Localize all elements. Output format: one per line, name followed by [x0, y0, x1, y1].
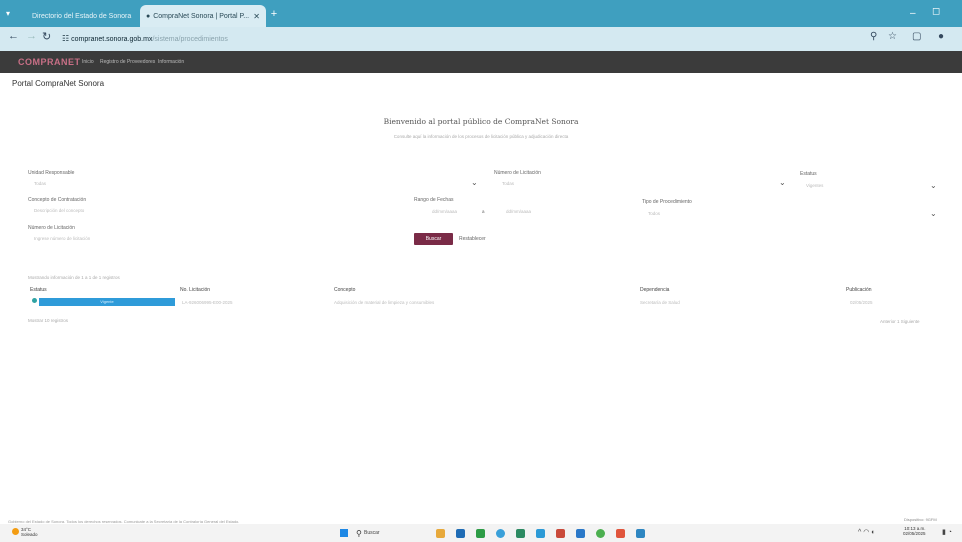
unidad-select[interactable]: Todas	[34, 181, 46, 186]
column-header-publicacion[interactable]: Publicación	[846, 287, 872, 293]
clock[interactable]: 10:13 a.m. 02/05/2025	[903, 526, 926, 536]
estatus-select[interactable]: Vigentes	[806, 183, 823, 188]
chevron-down-icon[interactable]: ⌄	[471, 178, 478, 187]
app-icon[interactable]	[516, 529, 525, 538]
new-tab-icon[interactable]: +	[268, 8, 280, 20]
app-icon[interactable]	[636, 529, 645, 538]
status-badge: Vigente	[39, 298, 175, 306]
minimize-icon[interactable]: –	[910, 8, 916, 19]
tab-label: Directorio del Estado de Sonora	[32, 12, 132, 20]
profile-icon[interactable]: ●	[938, 31, 944, 42]
site-info-icon[interactable]: ☷	[62, 34, 69, 43]
store-icon[interactable]	[536, 529, 545, 538]
rango-fechas-label: Rango de Fechas	[414, 197, 454, 203]
file-explorer-icon[interactable]	[436, 529, 445, 538]
cell-licitacion[interactable]: LA-926006995-E00-2025	[182, 300, 233, 305]
results-info: Mostrando información de 1 a 1 de 1 regi…	[28, 275, 120, 280]
globe-icon: ●	[146, 12, 151, 20]
numero-label: Número de Licitación	[494, 170, 541, 176]
url-host: compranet.sonora.gob.mx	[71, 36, 153, 43]
reset-button[interactable]: Restablecer	[459, 236, 486, 242]
app-icon[interactable]	[616, 529, 625, 538]
browser-tab-inactive[interactable]: Directorio del Estado de Sonora ✕	[26, 5, 152, 27]
fecha-inicio-input[interactable]: dd/mm/aaaa	[432, 209, 457, 214]
nav-link-registro[interactable]: Registro de Proveedores	[100, 59, 155, 65]
nav-link-informacion[interactable]: Información	[158, 59, 184, 65]
nombre-label: Número de Licitación	[28, 225, 75, 231]
back-arrow-icon[interactable]: ←	[8, 30, 19, 42]
cell-dependencia: Secretaría de Salud	[640, 300, 680, 305]
weather-desc: Soleado	[21, 532, 38, 537]
column-header-dependencia[interactable]: Dependencia	[640, 287, 669, 293]
column-header-licitacion[interactable]: No. Licitación	[180, 287, 210, 293]
edge-icon[interactable]	[496, 529, 505, 538]
nombre-input[interactable]: Ingrese número de licitación	[34, 236, 90, 241]
numero-select[interactable]: Todas	[502, 181, 514, 186]
page-title: Portal CompraNet Sonora	[12, 79, 105, 88]
fecha-separator: a	[482, 209, 485, 214]
close-icon[interactable]: ✕	[253, 12, 260, 21]
url-field[interactable]: ☷ compranet.sonora.gob.mx/sistema/proced…	[62, 31, 842, 47]
search-icon[interactable]: ⚲	[356, 529, 362, 538]
maximize-icon[interactable]: ◻	[932, 6, 940, 17]
tab-list-icon[interactable]: ▾	[6, 9, 10, 18]
welcome-heading: Bienvenido al portal público de CompraNe…	[383, 117, 579, 126]
concepto-label: Concepto de Contratación	[28, 197, 87, 203]
reload-icon[interactable]: ↻	[42, 30, 51, 43]
chevron-down-icon[interactable]: ⌄	[930, 209, 937, 218]
forward-arrow-icon[interactable]: →	[26, 30, 37, 42]
pagination[interactable]: Anterior 1 Siguiente	[880, 319, 920, 324]
extensions-icon[interactable]: ▢	[912, 31, 921, 42]
device-label: Dispositivo: 9GFM	[904, 517, 937, 522]
browser-tab-active[interactable]: ● CompraNet Sonora | Portal P... ✕	[140, 5, 266, 27]
search-button[interactable]: Buscar	[414, 233, 453, 245]
cell-concepto: Adquisición de material de limpieza y co…	[334, 300, 435, 305]
windows-start-icon[interactable]	[340, 529, 348, 537]
zoom-icon[interactable]: ⚲	[870, 31, 877, 42]
column-header-estatus[interactable]: Estatus	[30, 287, 47, 293]
outlook-icon[interactable]	[556, 529, 565, 538]
excel-icon[interactable]	[476, 529, 485, 538]
chrome-icon[interactable]	[596, 529, 605, 538]
expand-row-icon[interactable]	[32, 298, 37, 303]
chevron-down-icon[interactable]: ⌄	[930, 181, 937, 190]
weather-widget[interactable]: 34°C Soleado	[21, 527, 38, 537]
star-icon[interactable]: ☆	[888, 31, 897, 42]
concepto-input[interactable]: Descripción del concepto	[34, 208, 84, 213]
chevron-down-icon[interactable]: ⌄	[779, 178, 786, 187]
teams-icon[interactable]	[576, 529, 585, 538]
url-path: /sistema/procedimientos	[152, 36, 228, 43]
nav-link-inicio[interactable]: Inicio	[82, 59, 94, 65]
column-header-concepto[interactable]: Concepto	[334, 287, 355, 293]
tipo-select[interactable]: Todos	[648, 211, 660, 216]
tipo-label: Tipo de Procedimiento	[642, 199, 692, 205]
fecha-fin-input[interactable]: dd/mm/aaaa	[506, 209, 531, 214]
clock-date: 02/05/2025	[903, 531, 926, 536]
estatus-label: Estatus	[800, 171, 817, 177]
unidad-label: Unidad Responsable	[28, 170, 75, 176]
cell-publicacion: 02/05/2025	[850, 300, 873, 305]
welcome-subtitle: Consulte aquí la información de los proc…	[393, 134, 569, 139]
tab-label: CompraNet Sonora | Portal P...	[153, 12, 250, 20]
notification-icon[interactable]: ▮ ◔	[942, 528, 952, 536]
site-logo[interactable]: COMPRANET	[18, 57, 81, 67]
taskbar-search-label[interactable]: Buscar	[364, 530, 380, 536]
weather-sun-icon[interactable]	[12, 528, 19, 535]
per-page-select[interactable]: Mostrar 10 registros	[28, 318, 68, 323]
word-icon[interactable]	[456, 529, 465, 538]
system-tray-icons[interactable]: ^ ◠ ◐	[858, 528, 876, 536]
